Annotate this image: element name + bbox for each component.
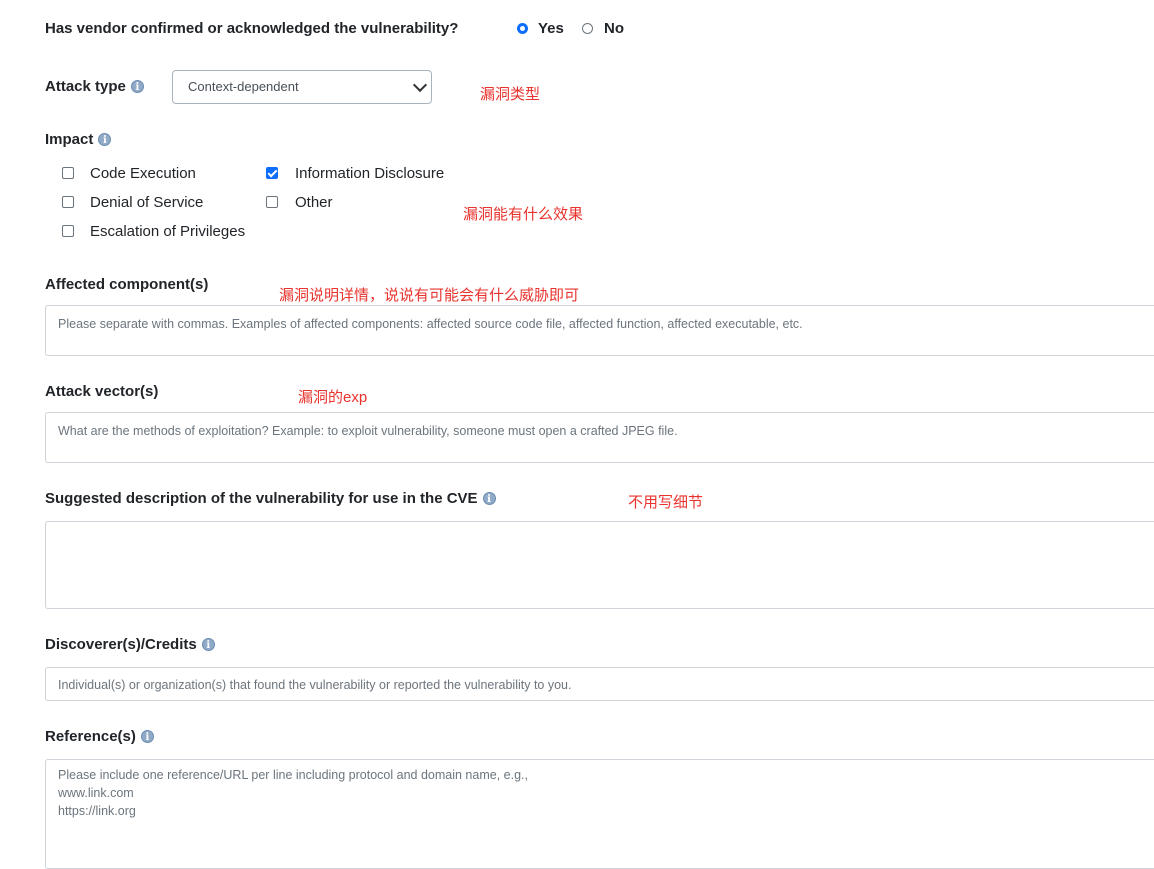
- impact-denial-of-service-label[interactable]: Denial of Service: [90, 194, 203, 211]
- attack-type-select[interactable]: Context-dependent: [172, 70, 432, 104]
- attack-vectors-label: Attack vector(s): [45, 383, 159, 400]
- attack-vectors-placeholder: What are the methods of exploitation? Ex…: [58, 424, 678, 438]
- impact-information-disclosure-checkbox[interactable]: [266, 167, 278, 179]
- impact-other-checkbox[interactable]: [266, 196, 278, 208]
- attack-vectors-input[interactable]: What are the methods of exploitation? Ex…: [45, 412, 1154, 463]
- attack-type-annotation: 漏洞类型: [480, 86, 541, 103]
- vendor-no-label[interactable]: No: [604, 20, 624, 37]
- impact-escalation-checkbox[interactable]: [62, 225, 74, 237]
- impact-other-label[interactable]: Other: [295, 194, 333, 211]
- impact-code-execution-checkbox[interactable]: [62, 167, 74, 179]
- discoverers-label: Discoverer(s)/Credits: [45, 636, 197, 653]
- vendor-no-radio[interactable]: [582, 23, 593, 34]
- impact-denial-of-service-checkbox[interactable]: [62, 196, 74, 208]
- affected-components-label: Affected component(s): [45, 276, 209, 293]
- attack-type-selected-value: Context-dependent: [188, 79, 299, 94]
- info-icon[interactable]: i: [482, 491, 496, 505]
- impact-code-execution-label[interactable]: Code Execution: [90, 165, 196, 182]
- affected-components-input[interactable]: Please separate with commas. Examples of…: [45, 305, 1154, 356]
- description-textarea[interactable]: [45, 521, 1154, 609]
- discoverers-field: Discoverer(s)/Credits i: [45, 636, 215, 653]
- impact-information-disclosure-label[interactable]: Information Disclosure: [295, 165, 444, 182]
- impact-escalation-label[interactable]: Escalation of Privileges: [90, 223, 245, 240]
- chevron-down-icon: [412, 77, 428, 93]
- impact-annotation: 漏洞能有什么效果: [463, 206, 584, 223]
- description-label: Suggested description of the vulnerabili…: [45, 490, 478, 507]
- vendor-question-label: Has vendor confirmed or acknowledged the…: [45, 20, 459, 37]
- vendor-yes-radio[interactable]: [517, 23, 528, 34]
- impact-label: Impact: [45, 131, 94, 148]
- attack-vectors-annotation: 漏洞的exp: [298, 389, 368, 406]
- impact-field: Impact i: [45, 131, 112, 148]
- info-icon[interactable]: i: [140, 729, 154, 743]
- attack-type-label: Attack type: [45, 78, 126, 95]
- affected-components-placeholder: Please separate with commas. Examples of…: [58, 317, 803, 331]
- description-field: Suggested description of the vulnerabili…: [45, 490, 496, 507]
- attack-type-field: Attack type i: [45, 78, 144, 95]
- description-annotation: 不用写细节: [628, 494, 704, 511]
- references-field: Reference(s) i: [45, 728, 154, 745]
- references-placeholder: Please include one reference/URL per lin…: [58, 768, 528, 818]
- references-label: Reference(s): [45, 728, 136, 745]
- info-icon[interactable]: i: [130, 79, 144, 93]
- discoverers-placeholder: Individual(s) or organization(s) that fo…: [58, 678, 572, 692]
- info-icon[interactable]: i: [98, 132, 112, 146]
- affected-components-annotation: 漏洞说明详情，说说有可能会有什么威胁即可: [279, 287, 580, 304]
- vendor-yes-label[interactable]: Yes: [538, 20, 564, 37]
- discoverers-input[interactable]: Individual(s) or organization(s) that fo…: [45, 667, 1154, 701]
- info-icon[interactable]: i: [201, 637, 215, 651]
